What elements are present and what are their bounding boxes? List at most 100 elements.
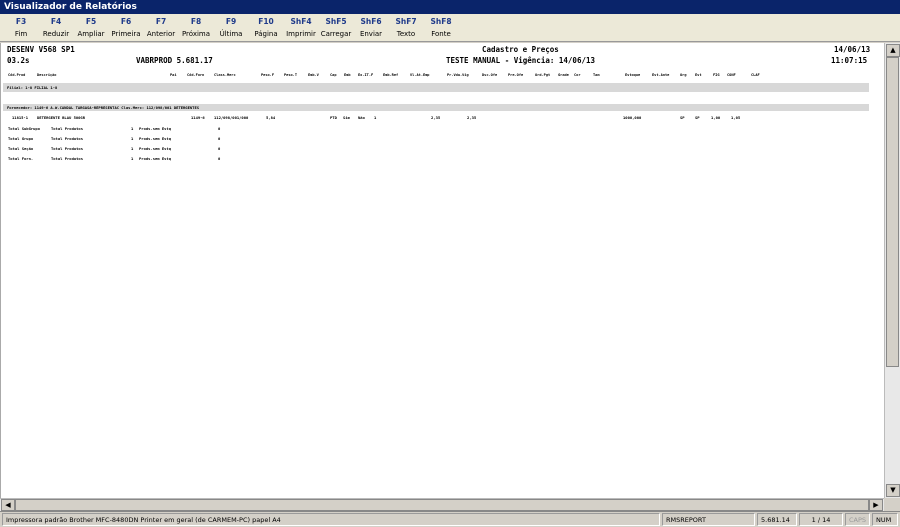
toolbar-label: Reduzir bbox=[42, 30, 70, 38]
total-n: 1 bbox=[131, 136, 134, 141]
horizontal-scrollbar[interactable]: ◀ ▶ bbox=[0, 498, 884, 511]
toolbar-button-carregar[interactable]: ShF5 Carregar bbox=[319, 14, 353, 41]
column-headers: Cód.Prod Descrição Pai Cód.Forn Class.Merc Pe… bbox=[1, 73, 885, 81]
toolbar-label: Anterior bbox=[146, 30, 176, 38]
column-header: Peso.F bbox=[261, 73, 274, 77]
column-header: Peso.T bbox=[284, 73, 297, 77]
toolbar: F3 Fim F4 Reduzir F5 Ampliar F6 Primeira F7 Anter… bbox=[0, 14, 900, 42]
item-pack: PTD bbox=[330, 115, 337, 120]
column-header: Pr.Vda.Vig bbox=[447, 73, 469, 77]
toolbar-key: F3 bbox=[15, 17, 27, 26]
column-header: CONF bbox=[727, 73, 736, 77]
column-header: Dsc.Ofe bbox=[482, 73, 498, 77]
toolbar-label: Página bbox=[254, 30, 278, 38]
item-yes: Sim bbox=[343, 115, 350, 120]
total-v: 0 bbox=[218, 156, 221, 161]
status-version: 5.681.14 bbox=[757, 513, 797, 526]
total-desc: Prods.sem Estq bbox=[139, 156, 172, 161]
toolbar-label: Enviar bbox=[359, 30, 383, 38]
report-program: VABRPROD 5.681.17 bbox=[136, 56, 213, 65]
status-bar: Impressora padrão Brother MFC-8480DN Pri… bbox=[0, 511, 900, 527]
column-header: Cor bbox=[574, 73, 581, 77]
item-class: 112/098/001/000 bbox=[214, 115, 249, 120]
toolbar-key: ShF7 bbox=[395, 17, 417, 26]
toolbar-key: ShF4 bbox=[290, 17, 312, 26]
filial-band: Filial: 1-8 FILIAL 1-8 bbox=[3, 83, 869, 92]
item-weight: 5,84 bbox=[266, 115, 276, 120]
total-label: Total Grupo bbox=[8, 136, 34, 141]
total-n: 1 bbox=[131, 126, 134, 131]
status-printer: Impressora padrão Brother MFC-8480DN Pri… bbox=[2, 513, 660, 526]
toolbar-label: Imprimir bbox=[286, 30, 316, 38]
scroll-right-icon[interactable]: ▶ bbox=[869, 499, 883, 511]
scroll-down-icon[interactable]: ▼ bbox=[886, 484, 900, 497]
toolbar-label: Fonte bbox=[431, 30, 451, 38]
toolbar-button-p-gina[interactable]: F10 Página bbox=[249, 14, 283, 41]
horizontal-scroll-thumb[interactable] bbox=[15, 499, 869, 511]
toolbar-key: F8 bbox=[190, 17, 202, 26]
toolbar-label: Fim bbox=[14, 30, 28, 38]
toolbar-button-primeira[interactable]: F6 Primeira bbox=[109, 14, 143, 41]
toolbar-button-texto[interactable]: ShF7 Texto bbox=[389, 14, 423, 41]
column-header: Grade bbox=[558, 73, 569, 77]
toolbar-key: F4 bbox=[50, 17, 62, 26]
column-header: Org bbox=[680, 73, 687, 77]
toolbar-button-ampliar[interactable]: F5 Ampliar bbox=[74, 14, 108, 41]
toolbar-key: F7 bbox=[155, 17, 167, 26]
toolbar-label: Ampliar bbox=[77, 30, 105, 38]
total-desc: Prods.sem Estq bbox=[139, 136, 172, 141]
item-description: DETERGENTE BLAU 500GR bbox=[37, 115, 86, 120]
status-page: 1 / 14 bbox=[799, 513, 843, 526]
report-subtitle: TESTE MANUAL - Vigência: 14/06/13 bbox=[446, 56, 596, 65]
item-no: Não bbox=[358, 115, 365, 120]
report-time: 11:07:15 bbox=[831, 56, 868, 65]
item-stock: 1000,000 bbox=[623, 115, 642, 120]
total-label: Total Seção bbox=[8, 146, 34, 151]
total-desc: Prods.sem Estq bbox=[139, 146, 172, 151]
toolbar-key: F6 bbox=[120, 17, 132, 26]
toolbar-button-imprimir[interactable]: ShF4 Imprimir bbox=[284, 14, 318, 41]
toolbar-key: F5 bbox=[85, 17, 97, 26]
item-unit: 1 bbox=[374, 115, 377, 120]
column-header: Pai bbox=[170, 73, 177, 77]
toolbar-button-fonte[interactable]: ShF8 Fonte bbox=[424, 14, 458, 41]
item-conf: 1,05 bbox=[731, 115, 741, 120]
report-version-code: 03.2s bbox=[7, 56, 30, 65]
total-n: 1 bbox=[131, 146, 134, 151]
vertical-scroll-thumb[interactable] bbox=[886, 57, 899, 367]
vertical-scrollbar[interactable]: ▲ ▼ bbox=[884, 43, 900, 498]
column-header: Descrição bbox=[37, 73, 57, 77]
toolbar-button-reduzir[interactable]: F4 Reduzir bbox=[39, 14, 73, 41]
total-n: 1 bbox=[131, 156, 134, 161]
toolbar-label: Próxima bbox=[181, 30, 211, 38]
toolbar-button-anterior[interactable]: F7 Anterior bbox=[144, 14, 178, 41]
total-sub: Total Produtos bbox=[51, 156, 84, 161]
column-header: Est bbox=[695, 73, 702, 77]
report-system: DESENV V568 SP1 bbox=[7, 45, 75, 54]
toolbar-button-enviar[interactable]: ShF6 Enviar bbox=[354, 14, 388, 41]
column-header: Emb bbox=[344, 73, 351, 77]
column-header: Tam bbox=[593, 73, 600, 77]
item-state: SP bbox=[695, 115, 700, 120]
toolbar-key: ShF5 bbox=[325, 17, 347, 26]
report-date: 14/06/13 bbox=[834, 45, 871, 54]
status-caps: CAPS bbox=[845, 513, 870, 526]
toolbar-button-fim[interactable]: F3 Fim bbox=[4, 14, 38, 41]
column-header: Emb.Ref bbox=[383, 73, 399, 77]
item-value-2: 2,35 bbox=[467, 115, 477, 120]
toolbar-label: Última bbox=[219, 30, 243, 38]
status-num: NUM bbox=[872, 513, 898, 526]
column-header: Cód.Prod bbox=[8, 73, 26, 77]
toolbar-button-pr-xima[interactable]: F8 Próxima bbox=[179, 14, 213, 41]
scroll-up-icon[interactable]: ▲ bbox=[886, 44, 900, 57]
column-header: Est.Ante bbox=[652, 73, 670, 77]
total-v: 0 bbox=[218, 126, 221, 131]
total-sub: Total Produtos bbox=[51, 146, 84, 151]
toolbar-label: Primeira bbox=[111, 30, 141, 38]
scroll-left-icon[interactable]: ◀ bbox=[1, 499, 15, 511]
toolbar-button--ltima[interactable]: F9 Última bbox=[214, 14, 248, 41]
item-code: 11815-1 bbox=[12, 115, 29, 120]
report-title: Cadastro e Preços bbox=[482, 45, 559, 54]
total-row: Total Grupo Total Produtos 1 Prods.sem Estq… bbox=[1, 136, 885, 142]
column-header: Class.Merc bbox=[214, 73, 236, 77]
